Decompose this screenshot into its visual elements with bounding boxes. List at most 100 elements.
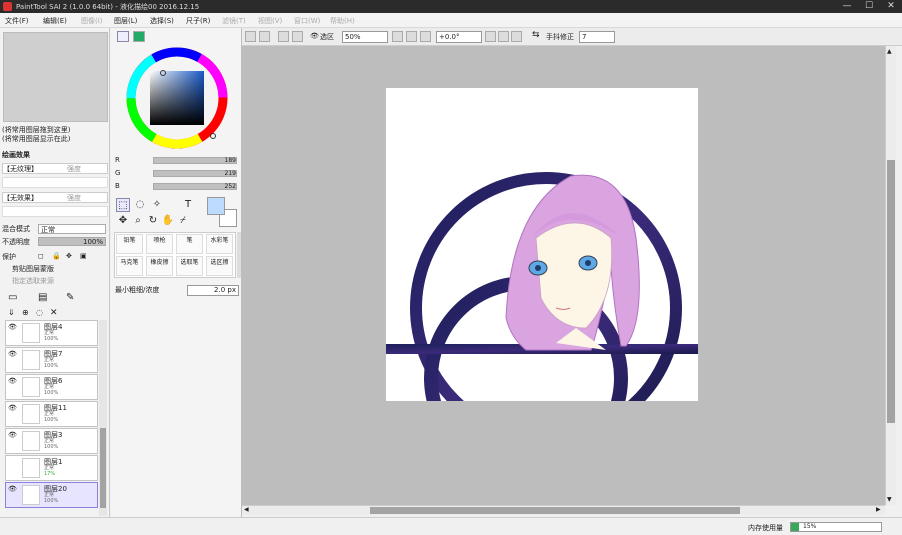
eye-icon[interactable]: 👁 <box>8 485 17 493</box>
canvas-paper[interactable] <box>386 88 698 480</box>
canvas-horizontal-scroll-thumb[interactable] <box>370 507 740 514</box>
delete-layer-icon[interactable]: ✕ <box>50 308 58 318</box>
merge-layer-icon[interactable]: ⊕ <box>22 308 29 317</box>
menu-bar: 文件(F) 编辑(E) 图像(I) 图层(L) 选择(S) 尺子(R) 滤镜(T… <box>0 13 902 28</box>
scroll-left-icon[interactable]: ◀ <box>244 506 249 513</box>
rect-select-icon[interactable]: ⬚ <box>116 198 130 212</box>
color-wheel[interactable] <box>125 46 229 150</box>
rotate-left-icon[interactable] <box>485 31 496 42</box>
brush-watercolor[interactable]: 水彩笔 <box>206 234 233 254</box>
rotation-select[interactable]: +0.0° <box>436 31 482 43</box>
layer-item[interactable]: 👁 图层7 正常 100% <box>5 347 98 373</box>
zoom-in-icon[interactable] <box>392 31 403 42</box>
layer-item[interactable]: 👁 图层4 正常 100% <box>5 320 98 346</box>
new-folder-icon[interactable]: ▤ <box>38 292 47 303</box>
menu-layer[interactable]: 图层(L) <box>114 16 137 26</box>
eye-icon[interactable]: 👁 <box>8 377 17 385</box>
menu-ruler[interactable]: 尺子(R) <box>186 16 210 26</box>
menu-select[interactable]: 选择(S) <box>150 16 174 26</box>
hand-icon[interactable]: ✋ <box>161 214 175 228</box>
menu-view[interactable]: 视图(V) <box>258 16 282 26</box>
layer-item[interactable]: 👁 图层6 正常 100% <box>5 374 98 400</box>
selection-source-checkbox[interactable]: 指定选取来源 <box>12 276 118 287</box>
scroll-down-icon[interactable]: ▼ <box>887 496 892 503</box>
new-layer-icon[interactable]: ▭ <box>8 292 17 303</box>
color-wheel-tab[interactable] <box>117 31 129 42</box>
navigator-preview[interactable] <box>3 32 108 122</box>
selection-visibility-icon[interactable]: 👁 <box>310 32 319 40</box>
brush-eraser[interactable]: 橡皮擦 <box>146 256 173 276</box>
rotate-reset-icon[interactable] <box>511 31 522 42</box>
brush-deselect[interactable]: 选区擦 <box>206 256 233 276</box>
close-icon[interactable]: ✕ <box>880 0 902 13</box>
status-bar: 内存使用量 15% <box>0 517 902 535</box>
protect-transparency-icon[interactable]: ◻ <box>38 252 44 260</box>
text-tool-icon[interactable]: T <box>181 198 195 212</box>
effect-select[interactable]: 【无效果】 强度 <box>2 192 108 203</box>
maximize-icon[interactable]: ☐ <box>858 0 880 13</box>
g-slider[interactable]: 219 <box>153 170 237 177</box>
brush-select-pen[interactable]: 选取笔 <box>176 256 203 276</box>
brush-marker[interactable]: 马克笔 <box>116 256 143 276</box>
texture-strength-field[interactable] <box>2 177 108 188</box>
new-vector-layer-icon[interactable]: ✎ <box>66 292 74 303</box>
protect-paint-icon[interactable]: ▣ <box>80 252 87 260</box>
layer-item[interactable]: 👁 图层11 正常 100% <box>5 401 98 427</box>
zoom-reset-icon[interactable] <box>420 31 431 42</box>
deselect-icon[interactable] <box>278 31 289 42</box>
primary-color-swatch[interactable] <box>207 197 225 215</box>
layer-list-scrollbar[interactable] <box>99 320 107 516</box>
brush-size-input[interactable]: 2.0 px <box>187 285 239 296</box>
menu-edit[interactable]: 编辑(E) <box>43 16 67 26</box>
scroll-up-icon[interactable]: ▲ <box>887 48 892 55</box>
menu-file[interactable]: 文件(F) <box>5 16 29 26</box>
menu-filter[interactable]: 滤镜(T) <box>222 16 246 26</box>
zoom-select[interactable]: 50% <box>342 31 388 43</box>
layer-down-icon[interactable]: ⇓ <box>8 308 15 317</box>
clear-layer-icon[interactable]: ◌ <box>36 308 43 317</box>
canvas-vertical-scroll-thumb[interactable] <box>887 160 895 423</box>
redo-icon[interactable] <box>259 31 270 42</box>
menu-image[interactable]: 图像(I) <box>81 16 103 26</box>
brush-pencil[interactable]: 铅笔 <box>116 234 143 254</box>
r-slider[interactable]: 189 <box>153 157 237 164</box>
color-slider-tab[interactable] <box>133 31 145 42</box>
title-bar: PaintTool SAI 2 (1.0.0 64bit) - 液化描绘00 2… <box>0 0 902 13</box>
layer-item-selected[interactable]: 👁 图层20 正常 100% <box>5 482 98 508</box>
texture-select[interactable]: 【无纹理】 强度 <box>2 163 108 174</box>
brush-airbrush[interactable]: 喷枪 <box>146 234 173 254</box>
rotate-icon[interactable]: ↻ <box>146 214 160 228</box>
menu-help[interactable]: 帮助(H) <box>330 16 355 26</box>
b-slider[interactable]: 252 <box>153 183 237 190</box>
eye-icon[interactable]: 👁 <box>8 350 17 358</box>
eye-icon[interactable]: 👁 <box>8 323 17 331</box>
scroll-right-icon[interactable]: ▶ <box>876 506 881 513</box>
clipping-mask-checkbox[interactable]: 剪贴图层蒙版 <box>12 264 118 275</box>
blend-mode-select[interactable]: 正常 <box>38 224 106 234</box>
zoom-icon[interactable]: ⌕ <box>131 214 145 228</box>
move-icon[interactable]: ✥ <box>116 214 130 228</box>
minimize-icon[interactable]: — <box>836 0 858 13</box>
magic-wand-icon[interactable]: ✧ <box>150 198 164 212</box>
layer-list-scroll-thumb[interactable] <box>100 428 106 508</box>
opacity-slider[interactable]: 100% <box>38 237 106 246</box>
eye-icon[interactable]: 👁 <box>8 404 17 412</box>
eye-icon[interactable]: 👁 <box>8 431 17 439</box>
brush-pen[interactable]: 笔 <box>176 234 203 254</box>
effect-strength-field[interactable] <box>2 206 108 217</box>
protect-lock-icon[interactable]: 🔒 <box>52 252 61 260</box>
layer-item[interactable]: 👁 图层3 正常 100% <box>5 428 98 454</box>
invert-selection-icon[interactable] <box>292 31 303 42</box>
flip-icon[interactable]: ⇆ <box>532 30 540 40</box>
layer-opacity: 100% <box>44 417 59 423</box>
undo-icon[interactable] <box>245 31 256 42</box>
eyedropper-icon[interactable]: ⌿ <box>176 214 190 228</box>
stabilizer-select[interactable]: 7 <box>579 31 615 43</box>
menu-window[interactable]: 窗口(W) <box>294 16 320 26</box>
brush-grid-scrollbar[interactable] <box>237 232 241 278</box>
lasso-icon[interactable]: ◌ <box>133 198 147 212</box>
protect-move-icon[interactable]: ✥ <box>66 252 72 260</box>
layer-item[interactable]: 图层1 正常 17% <box>5 455 98 481</box>
zoom-out-icon[interactable] <box>406 31 417 42</box>
rotate-right-icon[interactable] <box>498 31 509 42</box>
